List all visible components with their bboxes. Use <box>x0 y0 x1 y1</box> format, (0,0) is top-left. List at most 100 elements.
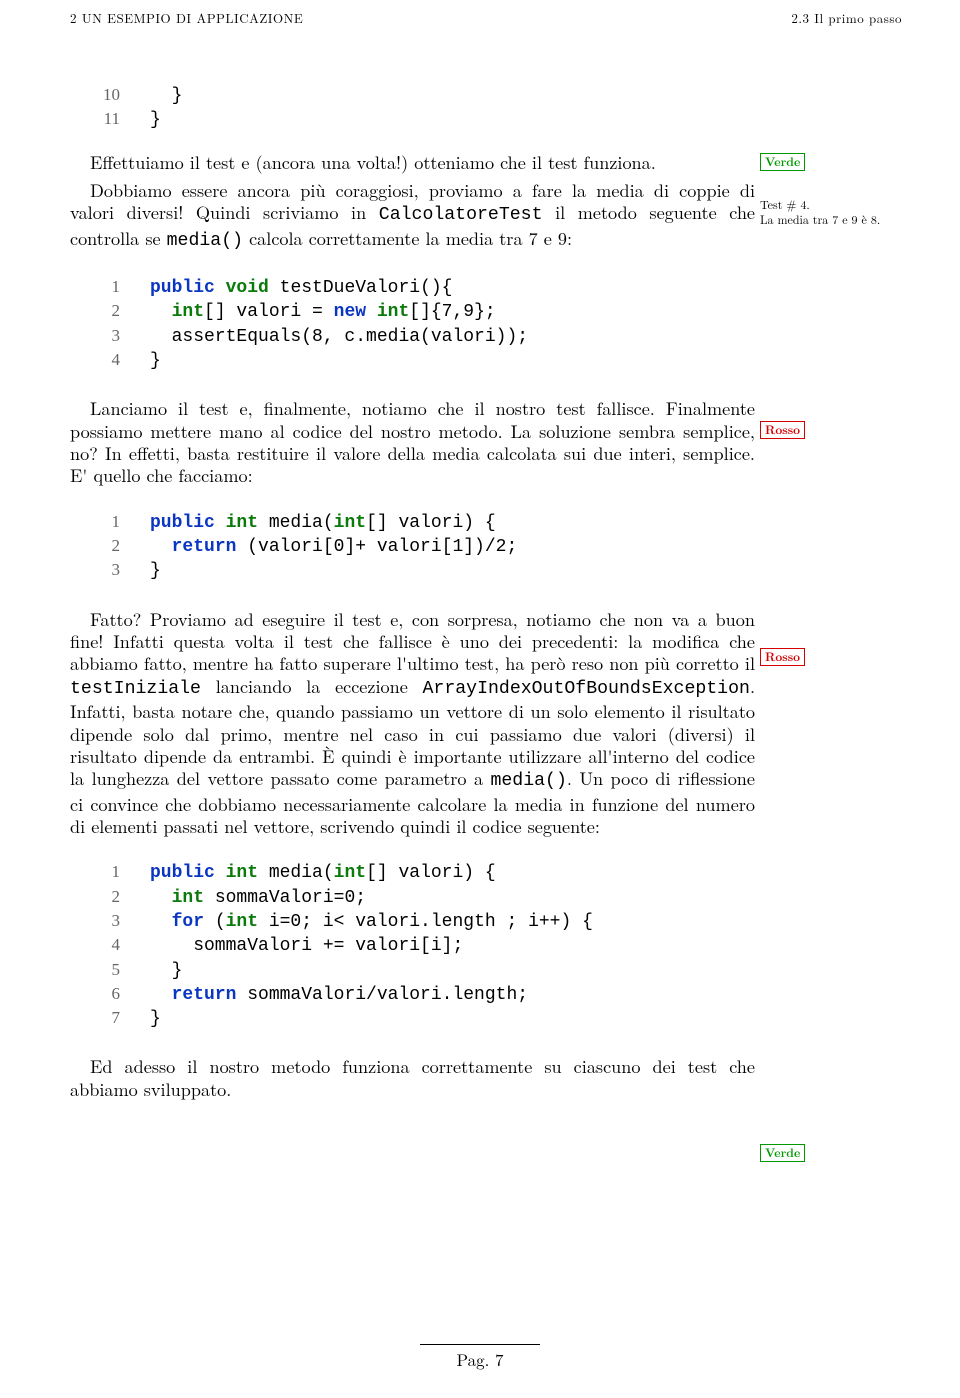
code-line: 1 public void testDueValori(){ <box>70 276 902 300</box>
code-text: } <box>150 1007 902 1031</box>
code-text: } <box>150 559 902 583</box>
code-line: 3 assertEquals(8, c.media(valori)); <box>70 325 902 349</box>
running-header: 2 UN ESEMPIO DI APPLICAZIONE 2.3 Il prim… <box>70 10 902 26</box>
kw: int <box>226 863 258 883</box>
margin-note: Rosso <box>760 648 935 669</box>
lineno: 3 <box>70 559 150 583</box>
code-text: media( <box>258 863 334 883</box>
status-badge-verde: Verde <box>760 153 805 171</box>
inline-code: media() <box>167 231 243 251</box>
code-text: sommaValori += valori[i]; <box>150 934 902 958</box>
lineno: 10 <box>70 84 150 108</box>
code-block-media-v2: 1 public int media(int[] valori) { 2 int… <box>70 861 902 1031</box>
paragraph: Lanciamo il test e, finalmente, notiamo … <box>70 397 755 487</box>
code-line: 3 } <box>70 559 902 583</box>
lineno: 3 <box>70 325 150 349</box>
code-line: 2 return (valori[0]+ valori[1])/2; <box>70 535 902 559</box>
code-line: 2 int sommaValori=0; <box>70 886 902 910</box>
code-text <box>215 863 226 883</box>
code-text: (valori[0]+ valori[1])/2; <box>236 537 517 557</box>
lineno: 1 <box>70 861 150 885</box>
lineno: 1 <box>70 276 150 300</box>
lineno: 11 <box>70 108 150 132</box>
lineno: 5 <box>70 959 150 983</box>
lineno: 4 <box>70 934 150 958</box>
code-text: assertEquals(8, c.media(valori)); <box>150 325 902 349</box>
code-block-continuation: 10 } 11 } <box>70 84 902 133</box>
inline-code: media() <box>490 771 566 791</box>
code-line: 1 public int media(int[] valori) { <box>70 511 902 535</box>
paragraph: Dobbiamo essere ancora più coraggiosi, p… <box>70 179 755 252</box>
header-left: 2 UN ESEMPIO DI APPLICAZIONE <box>70 10 303 26</box>
lineno: 2 <box>70 886 150 910</box>
code-line: 2 int[] valori = new int[]{7,9}; <box>70 300 902 324</box>
paragraph: Effettuiamo il test e (ancora una volta!… <box>70 151 755 173</box>
status-badge-rosso: Rosso <box>760 648 805 666</box>
code-block-testduevalori: 1 public void testDueValori(){ 2 int[] v… <box>70 276 902 373</box>
header-right: 2.3 Il primo passo <box>791 10 902 26</box>
kw: public <box>150 863 215 883</box>
code-text: []{7,9}; <box>409 302 495 322</box>
margin-text: La media tra 7 e 9 è 8. <box>760 212 935 227</box>
kw: return <box>172 537 237 557</box>
lineno: 2 <box>70 535 150 559</box>
code-line: 6 return sommaValori/valori.length; <box>70 983 902 1007</box>
kw: for <box>172 912 204 932</box>
code-text: testDueValori(){ <box>269 278 453 298</box>
margin-note: Verde <box>760 153 935 174</box>
kw: public <box>150 513 215 533</box>
inline-code: CalcolatoreTest <box>379 205 543 225</box>
kw: public <box>150 278 215 298</box>
text: Fatto? Proviamo ad eseguire il test e, c… <box>70 606 755 677</box>
inline-code: testIniziale <box>70 679 201 699</box>
code-text: } <box>150 84 902 108</box>
margin-note: Rosso <box>760 421 935 442</box>
status-badge-verde: Verde <box>760 1144 805 1162</box>
code-text: [] valori) { <box>366 863 496 883</box>
code-line: 1 public int media(int[] valori) { <box>70 861 902 885</box>
margin-note: Test # 4. La media tra 7 e 9 è 8. <box>760 197 935 227</box>
code-text: [] valori) { <box>366 513 496 533</box>
kw: int <box>226 513 258 533</box>
lineno: 6 <box>70 983 150 1007</box>
footer-rule <box>420 1344 540 1345</box>
page: 2 UN ESEMPIO DI APPLICAZIONE 2.3 Il prim… <box>0 0 960 1398</box>
status-badge-rosso: Rosso <box>760 421 805 439</box>
code-text <box>366 302 377 322</box>
lineno: 4 <box>70 349 150 373</box>
code-text: sommaValori/valori.length; <box>236 985 528 1005</box>
paragraph: Fatto? Proviamo ad eseguire il test e, c… <box>70 608 755 838</box>
code-text: } <box>150 349 902 373</box>
kw: void <box>226 278 269 298</box>
margin-text: Test # 4. <box>760 197 935 212</box>
code-text: } <box>150 959 902 983</box>
text: lanciando la eccezione <box>201 673 423 699</box>
text: calcola correttamente la media tra 7 e 9… <box>243 225 572 251</box>
lineno: 3 <box>70 910 150 934</box>
page-number: Pag. 7 <box>457 1347 504 1371</box>
code-text: ( <box>204 912 226 932</box>
lineno: 2 <box>70 300 150 324</box>
code-line: 5 } <box>70 959 902 983</box>
code-text: [] valori = <box>204 302 334 322</box>
kw: int <box>334 863 366 883</box>
lineno: 7 <box>70 1007 150 1031</box>
kw: return <box>172 985 237 1005</box>
margin-note: Verde <box>760 1144 935 1165</box>
code-line: 3 for (int i=0; i< valori.length ; i++) … <box>70 910 902 934</box>
kw: int <box>172 888 204 908</box>
code-line: 4 } <box>70 349 902 373</box>
kw: new <box>334 302 366 322</box>
kw: int <box>334 513 366 533</box>
code-line: 7 } <box>70 1007 902 1031</box>
code-text: i=0; i< valori.length ; i++) { <box>258 912 593 932</box>
kw: int <box>377 302 409 322</box>
code-text: } <box>150 108 902 132</box>
kw: int <box>172 302 204 322</box>
lineno: 1 <box>70 511 150 535</box>
inline-code: ArrayIndexOutOfBoundsException <box>423 679 750 699</box>
code-text <box>215 513 226 533</box>
code-line: 10 } <box>70 84 902 108</box>
code-line: 4 sommaValori += valori[i]; <box>70 934 902 958</box>
code-text: sommaValori=0; <box>204 888 366 908</box>
